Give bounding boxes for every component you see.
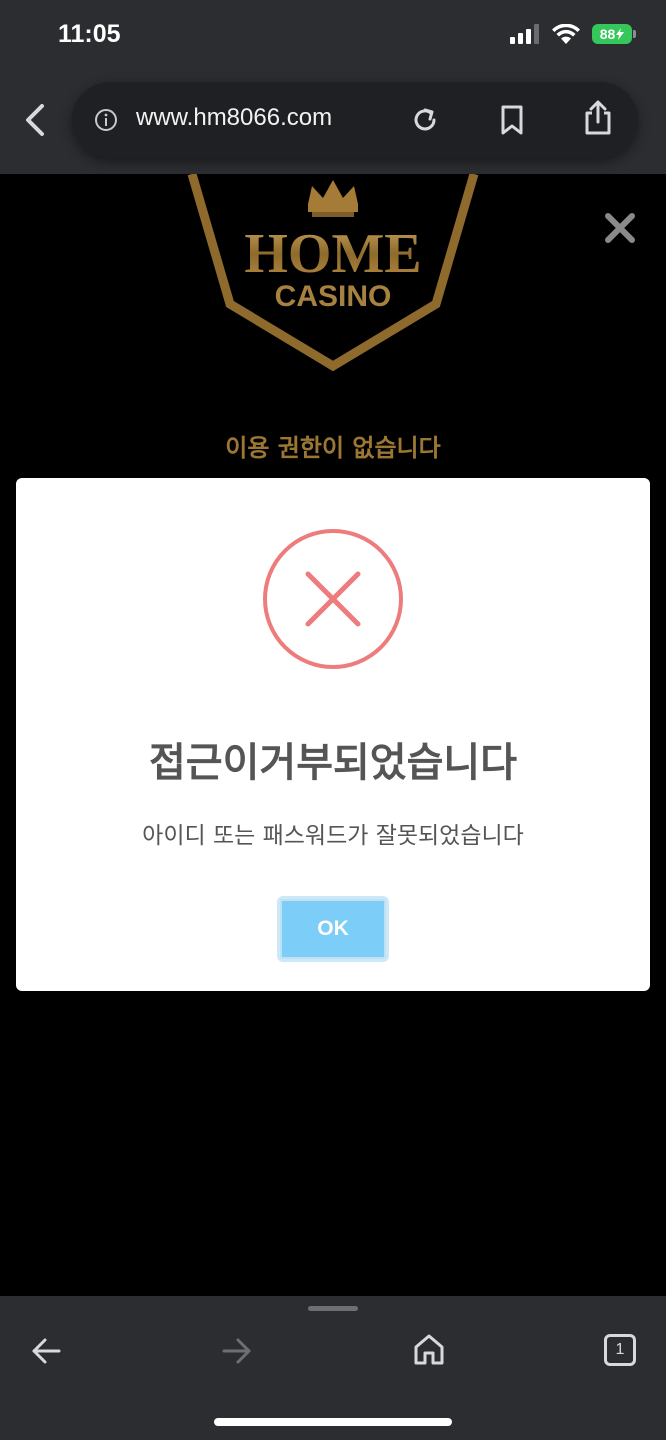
browser-top-bar: www.hm8066.com bbox=[0, 72, 666, 174]
dialog-title: 접근이거부되었습니다 bbox=[149, 740, 517, 786]
browser-bottom-toolbar: 1 bbox=[0, 1296, 666, 1440]
crown-icon bbox=[308, 180, 358, 217]
home-indicator[interactable] bbox=[214, 1418, 452, 1426]
cellular-signal-icon bbox=[510, 24, 539, 44]
close-icon[interactable] bbox=[602, 210, 638, 246]
wifi-icon bbox=[552, 24, 580, 44]
status-bar: 11:05 88 bbox=[0, 0, 666, 72]
back-chevron-icon[interactable] bbox=[22, 100, 52, 140]
info-icon[interactable] bbox=[94, 108, 118, 132]
reload-icon[interactable] bbox=[409, 104, 441, 136]
logo-text-home: HOME bbox=[244, 223, 421, 285]
error-dialog: 접근이거부되었습니다 아이디 또는 패스워드가 잘못되었습니다 OK bbox=[16, 478, 650, 991]
status-icons: 88 bbox=[510, 24, 636, 44]
ok-button[interactable]: OK bbox=[277, 896, 389, 962]
tabs-icon[interactable]: 1 bbox=[604, 1334, 636, 1366]
address-bar[interactable]: www.hm8066.com bbox=[72, 82, 638, 158]
logo-text-casino: CASINO bbox=[275, 280, 392, 313]
arrow-left-icon[interactable] bbox=[30, 1336, 62, 1366]
url-text[interactable]: www.hm8066.com bbox=[136, 104, 332, 132]
home-casino-logo: HOME CASINO bbox=[187, 174, 479, 372]
error-x-circle-icon bbox=[263, 529, 403, 669]
home-icon[interactable] bbox=[412, 1332, 446, 1366]
dialog-message: 아이디 또는 패스워드가 잘못되었습니다 bbox=[142, 823, 524, 849]
status-time: 11:05 bbox=[58, 20, 121, 48]
battery-charging-icon: 88 bbox=[592, 24, 636, 44]
share-icon[interactable] bbox=[582, 100, 614, 136]
battery-level: 88 bbox=[599, 26, 616, 42]
access-denied-notice: 이용 권한이 없습니다 bbox=[225, 434, 441, 462]
arrow-right-icon[interactable] bbox=[221, 1336, 253, 1366]
tab-count: 1 bbox=[615, 1341, 625, 1358]
sheet-grabber-handle[interactable] bbox=[308, 1306, 358, 1311]
bookmark-icon[interactable] bbox=[497, 104, 527, 136]
